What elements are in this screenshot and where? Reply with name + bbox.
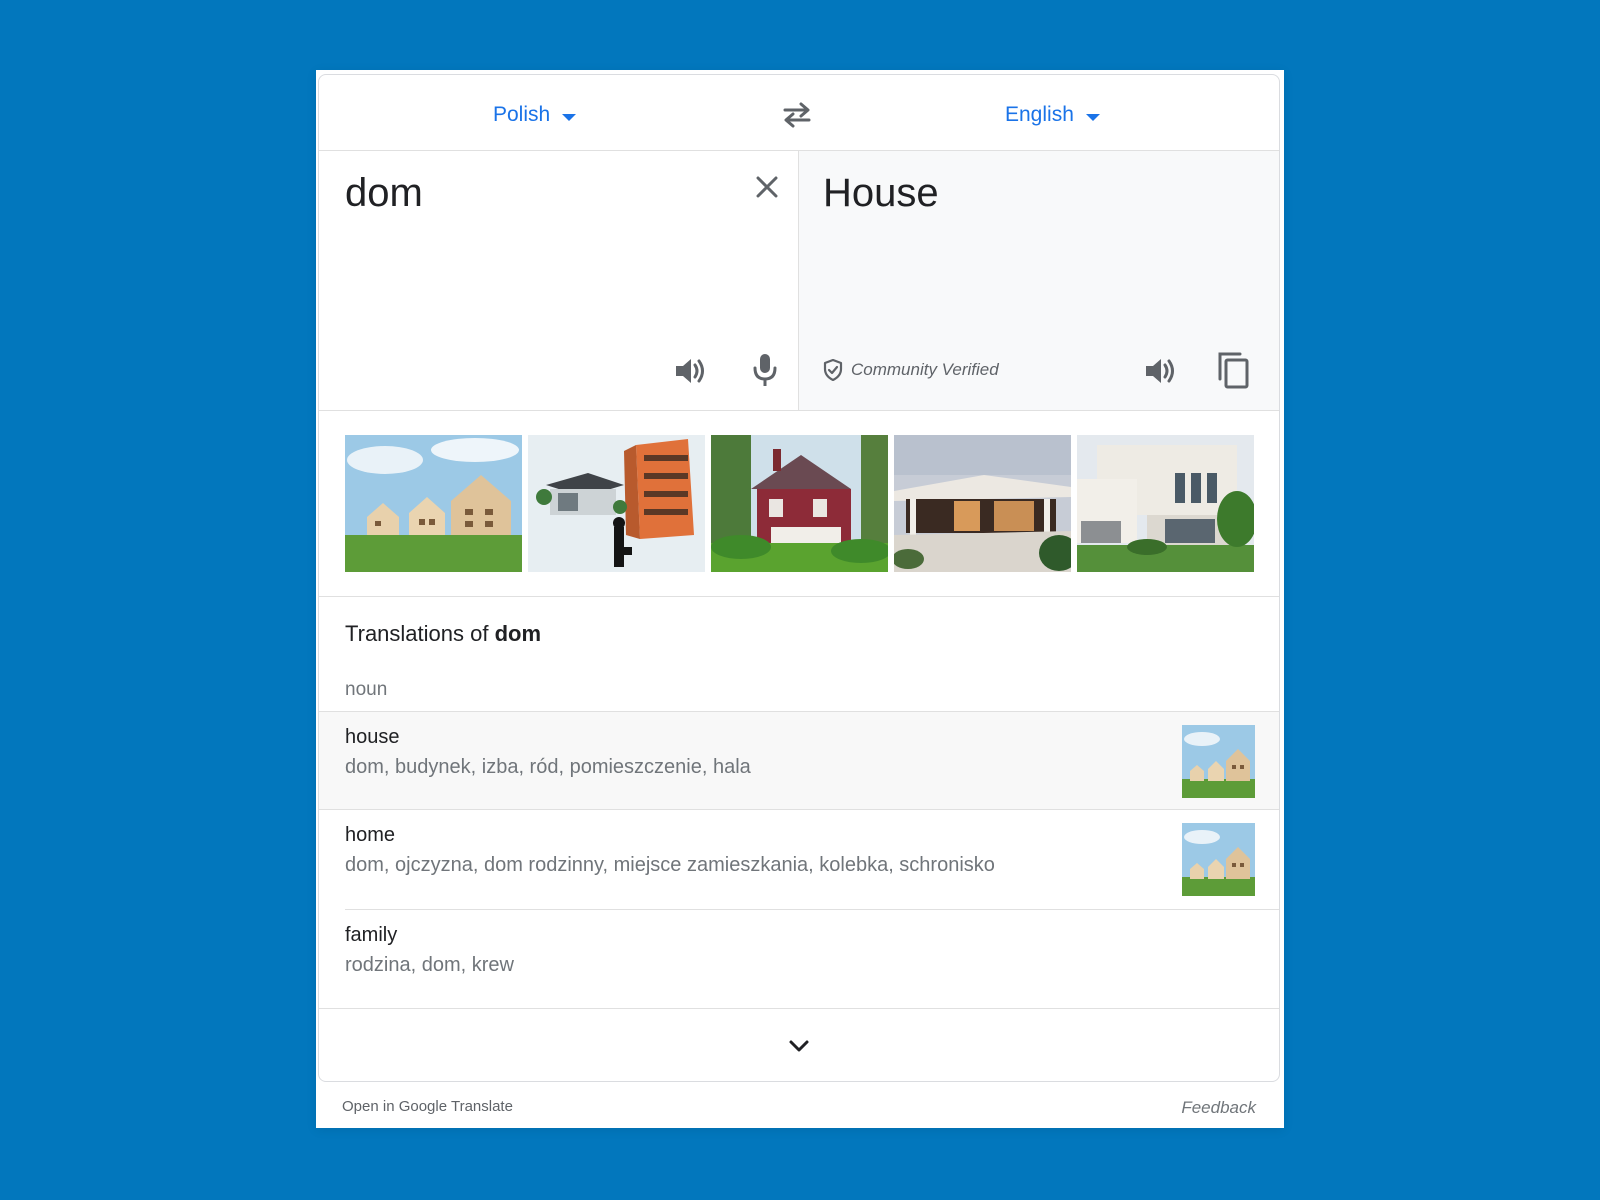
translate-card: Polish English dom House Community Verif… (316, 70, 1284, 1128)
source-language-label: Polish (493, 103, 551, 126)
language-bar: Polish English (319, 75, 1279, 151)
speaker-icon (1146, 359, 1174, 383)
voice-input-button[interactable] (745, 349, 785, 391)
translation-entry[interactable]: home dom, ojczyzna, dom rodzinny, miejsc… (319, 810, 1279, 909)
swap-icon (783, 102, 811, 128)
caret-down-icon (1085, 113, 1100, 121)
source-language-selector[interactable]: Polish (493, 99, 577, 131)
image-thumbnail[interactable] (345, 435, 522, 572)
translated-text: House (823, 171, 939, 215)
swap-languages-button[interactable] (779, 97, 815, 133)
feedback-link[interactable]: Feedback (1181, 1098, 1256, 1118)
translate-widget: Polish English dom House Community Verif… (318, 74, 1280, 1082)
image-thumbnail[interactable] (528, 435, 705, 572)
image-results-strip (319, 411, 1279, 597)
translation-synonyms: dom, ojczyzna, dom rodzinny, miejsce zam… (345, 854, 995, 876)
caret-down-icon (562, 113, 577, 121)
translation-synonyms: dom, budynek, izba, ród, pomieszczenie, … (345, 756, 751, 778)
image-thumbnail[interactable] (1077, 435, 1254, 572)
verified-label: Community Verified (851, 360, 999, 379)
translation-image (1182, 823, 1255, 896)
image-thumbnail[interactable] (711, 435, 888, 572)
open-in-google-translate-link[interactable]: Open in Google Translate (342, 1098, 513, 1115)
translation-synonyms: rodzina, dom, krew (345, 954, 514, 976)
source-text-input[interactable]: dom (345, 171, 423, 216)
clear-button[interactable] (749, 169, 785, 205)
image-thumbnail[interactable] (894, 435, 1071, 572)
target-language-label: English (1005, 103, 1074, 126)
copy-icon (1218, 352, 1249, 389)
translation-entry[interactable]: family rodzina, dom, krew (345, 909, 1279, 1008)
chevron-down-icon (789, 1040, 809, 1052)
mic-icon (753, 354, 777, 386)
close-icon (756, 176, 778, 198)
listen-translation-button[interactable] (1141, 351, 1181, 391)
translation-word: house (345, 726, 400, 748)
translation-word: home (345, 824, 396, 846)
show-more-button[interactable] (319, 1008, 1279, 1081)
translations-heading: Translations of dom (345, 621, 541, 647)
part-of-speech-label: noun (345, 679, 388, 700)
community-verified-badge: Community Verified (823, 359, 999, 381)
translation-word: family (345, 924, 398, 946)
speaker-icon (676, 359, 704, 383)
translations-heading-word: dom (494, 621, 542, 646)
source-panel[interactable]: dom (319, 151, 799, 410)
listen-source-button[interactable] (671, 351, 711, 391)
translation-entry[interactable]: house dom, budynek, izba, ród, pomieszcz… (319, 711, 1279, 810)
copy-translation-button[interactable] (1213, 349, 1253, 391)
translations-heading-prefix: Translations of (345, 621, 489, 646)
target-language-selector[interactable]: English (1005, 99, 1100, 131)
translation-panels: dom House Community Verified (319, 151, 1279, 411)
target-panel: House Community Verified (799, 151, 1279, 410)
translation-image (1182, 725, 1255, 798)
widget-footer: Open in Google Translate Feedback (316, 1082, 1284, 1128)
shield-check-icon (823, 359, 843, 381)
